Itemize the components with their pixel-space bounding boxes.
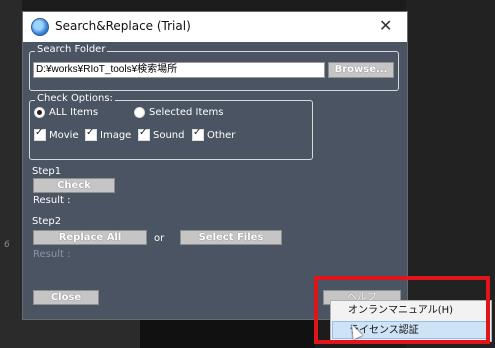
replace-all-button[interactable]: Replace All [33, 230, 147, 245]
title-bar[interactable]: Search&Replace (Trial) ✕ [23, 12, 407, 42]
checkbox-movie[interactable]: ✓ Movie [34, 127, 79, 141]
search-folder-input[interactable]: D:¥works¥RIoT_tools¥検索場所 [33, 62, 325, 78]
checkbox-image[interactable]: ✓ Image [85, 127, 132, 141]
checkbox-sound-label: Sound [153, 129, 185, 141]
search-folder-group: Search Folder D:¥works¥RIoT_tools¥検索場所 B… [29, 44, 399, 91]
browse-button[interactable]: Browse... [328, 62, 394, 78]
radio-selected-icon [34, 107, 45, 118]
app-globe-icon [31, 18, 49, 36]
checkbox-sound[interactable]: ✓ Sound [138, 127, 185, 141]
checkbox-image-label: Image [100, 129, 132, 141]
background-side-digit: 6 [4, 240, 10, 250]
radio-selected-items[interactable]: Selected Items [134, 107, 224, 118]
step1-result-label: Result : [33, 195, 71, 206]
step2-label: Step2 [32, 216, 62, 227]
step2-result-label: Result : [33, 249, 71, 260]
or-label: or [154, 233, 165, 244]
step1-label: Step1 [32, 166, 62, 177]
check-button[interactable]: Check [33, 178, 115, 193]
checkbox-other-label: Other [207, 129, 236, 141]
background-bottom [140, 318, 315, 348]
checkbox-other[interactable]: ✓ Other [192, 127, 236, 141]
checkbox-checked-icon: ✓ [192, 127, 204, 141]
search-replace-dialog: Search&Replace (Trial) ✕ Search Folder D… [22, 11, 408, 320]
check-options-group: Check Options: ALL Items Selected Items … [29, 93, 313, 160]
window-title: Search&Replace (Trial) [55, 19, 191, 33]
background-left-panel [0, 0, 22, 348]
red-highlight-annotation [314, 276, 490, 344]
radio-all-items[interactable]: ALL Items [34, 107, 98, 118]
select-files-button[interactable]: Select Files [180, 230, 282, 245]
search-folder-title: Search Folder [35, 44, 108, 55]
radio-all-items-label: ALL Items [49, 107, 99, 118]
radio-selected-items-label: Selected Items [149, 107, 224, 118]
check-options-title: Check Options: [35, 93, 115, 104]
close-icon[interactable]: ✕ [379, 16, 392, 35]
close-button[interactable]: Close [33, 290, 99, 305]
checkbox-checked-icon: ✓ [85, 127, 97, 141]
background-lower-left [0, 318, 140, 348]
checkbox-checked-icon: ✓ [138, 127, 150, 141]
checkbox-movie-label: Movie [49, 129, 79, 141]
checkbox-checked-icon: ✓ [34, 127, 46, 141]
radio-unselected-icon [134, 107, 145, 118]
